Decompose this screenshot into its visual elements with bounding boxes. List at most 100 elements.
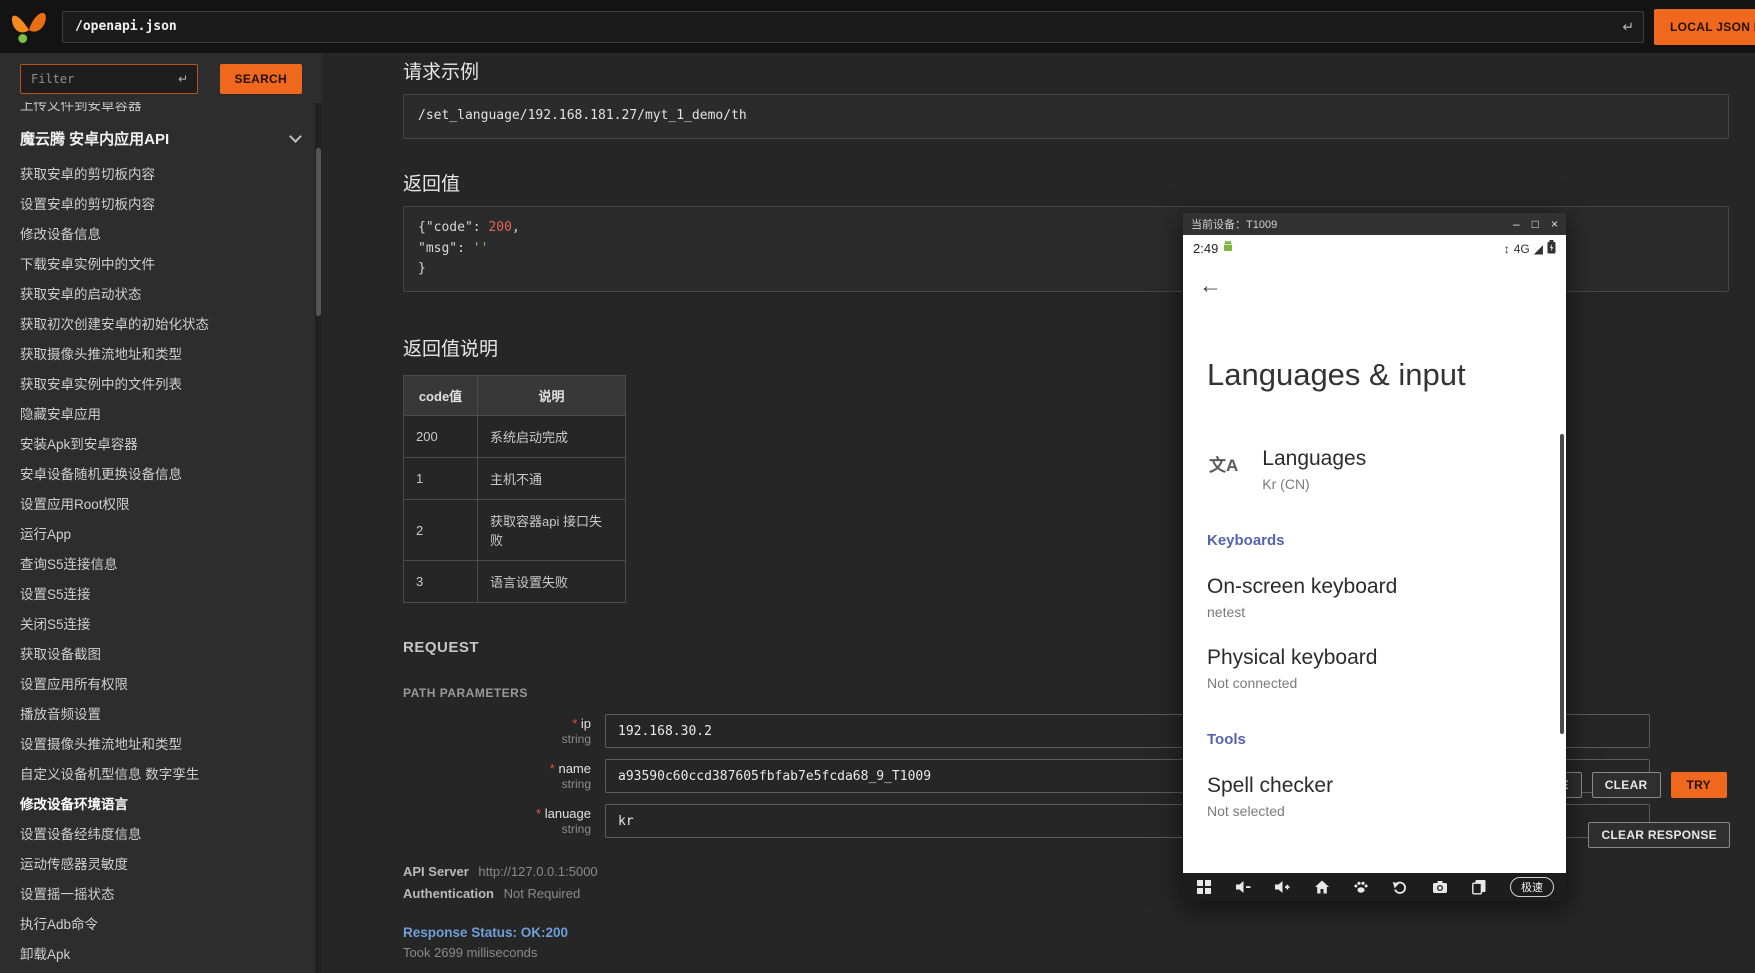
- back-arrow-icon[interactable]: ←: [1199, 272, 1225, 299]
- spec-url-input-wrap: ↵: [62, 11, 1644, 43]
- device-statusbar: 2:49 ↕ 4G ◢: [1183, 235, 1566, 262]
- return-table-head-row: code值说明: [404, 376, 626, 416]
- sidebar: ↵ SEARCH 上传文件到安卓容器 魔云腾 安卓内应用API 获取安卓的剪切板…: [0, 53, 322, 973]
- sidebar-item[interactable]: 设置设备经纬度信息: [0, 820, 322, 850]
- apps-grid-icon[interactable]: [1195, 879, 1212, 896]
- sidebar-item[interactable]: 播放音频设置: [0, 700, 322, 730]
- languages-item[interactable]: 文A Languages Kr (CN): [1209, 447, 1566, 492]
- sidebar-item[interactable]: 下载安卓实例中的文件: [0, 250, 322, 280]
- sidebar-item[interactable]: 获取安卓实例中的文件列表: [0, 370, 322, 400]
- minimize-button[interactable]: –: [1513, 218, 1520, 230]
- maximize-button[interactable]: □: [1532, 218, 1539, 230]
- table-header-cell: 说明: [478, 376, 626, 416]
- camera-icon[interactable]: [1431, 879, 1448, 896]
- sidebar-item[interactable]: 修改设备信息: [0, 220, 322, 250]
- spec-url-input[interactable]: [62, 11, 1644, 43]
- table-cell: 200: [404, 416, 478, 458]
- authentication-label: Authentication: [403, 886, 494, 901]
- sidebar-item[interactable]: 获取初次创建安卓的初始化状态: [0, 310, 322, 340]
- chevron-down-icon: [289, 130, 302, 143]
- section-header: Keyboards: [1207, 532, 1566, 549]
- table-cell: 主机不通: [478, 458, 626, 500]
- response-status: Response Status: OK:200: [403, 925, 1755, 940]
- sidebar-item[interactable]: 执行Adb命令: [0, 910, 322, 940]
- sidebar-item[interactable]: 设置安卓的剪切板内容: [0, 190, 322, 220]
- languages-title: Languages: [1262, 447, 1366, 471]
- table-cell: 3: [404, 561, 478, 603]
- param-name: * name: [403, 761, 591, 776]
- enter-icon: ↵: [1622, 18, 1634, 35]
- sidebar-item[interactable]: 设置摇一摇状态: [0, 880, 322, 910]
- filter-input[interactable]: [20, 64, 198, 94]
- volume-down-icon[interactable]: [1234, 879, 1251, 896]
- sidebar-item[interactable]: 安卓设备随机更换设备信息: [0, 460, 322, 490]
- sidebar-item[interactable]: 自定义设备机型信息 数字孪生: [0, 760, 322, 790]
- param-name: * lanuage: [403, 806, 591, 821]
- table-row: 2获取容器api 接口失败: [404, 500, 626, 561]
- status-time: 2:49: [1193, 241, 1218, 256]
- setting-item[interactable]: Spell checkerNot selected: [1207, 774, 1566, 819]
- setting-item[interactable]: Physical keyboardNot connected: [1207, 646, 1566, 691]
- authentication-value: Not Required: [504, 886, 581, 901]
- search-button[interactable]: SEARCH: [220, 64, 302, 94]
- sidebar-item[interactable]: 安装Apk到安卓容器: [0, 430, 322, 460]
- device-settings-sections: Keyboards On-screen keyboardnetest Physica…: [1183, 532, 1566, 819]
- scrollbar-thumb[interactable]: [316, 148, 321, 316]
- device-scrollbar[interactable]: [1560, 434, 1564, 734]
- sidebar-section-title: 魔云腾 安卓内应用API: [20, 128, 169, 149]
- table-cell: 语言设置失败: [478, 561, 626, 603]
- setting-subtitle: Not connected: [1207, 675, 1566, 691]
- signal-icon: ◢: [1534, 242, 1543, 256]
- sidebar-item[interactable]: 卸载Apk: [0, 940, 322, 970]
- setting-subtitle: Not selected: [1207, 803, 1566, 819]
- param-type: string: [403, 732, 591, 746]
- api-server-value: http://127.0.0.1:5000: [478, 864, 597, 879]
- clear-button[interactable]: CLEAR: [1592, 772, 1661, 798]
- try-button[interactable]: TRY: [1671, 772, 1727, 798]
- speed-mode-button[interactable]: 极速: [1510, 877, 1554, 897]
- app-logo-icon: [8, 6, 50, 48]
- device-window-title: 当前设备：T1009: [1191, 216, 1277, 232]
- sidebar-item[interactable]: 获取摄像头推流地址和类型: [0, 340, 322, 370]
- sidebar-item[interactable]: 设置应用Root权限: [0, 490, 322, 520]
- volume-up-icon[interactable]: [1274, 879, 1291, 896]
- sidebar-item[interactable]: 获取安卓的启动状态: [0, 280, 322, 310]
- sidebar-nav: 上传文件到安卓容器 魔云腾 安卓内应用API 获取安卓的剪切板内容设置安卓的剪切…: [0, 102, 322, 970]
- sidebar-item[interactable]: 设置应用所有权限: [0, 670, 322, 700]
- screenshot-clone-icon[interactable]: [1471, 879, 1488, 896]
- sidebar-section-header[interactable]: 魔云腾 安卓内应用API: [0, 115, 322, 160]
- window-controls: – □ ×: [1513, 218, 1558, 230]
- sidebar-item[interactable]: 关闭S5连接: [0, 610, 322, 640]
- sidebar-item[interactable]: 运行App: [0, 520, 322, 550]
- required-asterisk: *: [550, 761, 555, 776]
- sidebar-item[interactable]: 运动传感器灵敏度: [0, 850, 322, 880]
- sidebar-item[interactable]: 获取安卓的剪切板内容: [0, 160, 322, 190]
- sidebar-item[interactable]: 查询S5连接信息: [0, 550, 322, 580]
- device-window: 当前设备：T1009 – □ × 2:49 ↕ 4G ◢: [1183, 213, 1566, 901]
- sidebar-item[interactable]: 修改设备环境语言: [0, 790, 322, 820]
- return-table-body: 200系统启动完成1主机不通2获取容器api 接口失败3语言设置失败: [404, 416, 626, 603]
- table-row: 3语言设置失败: [404, 561, 626, 603]
- home-icon[interactable]: [1313, 879, 1330, 896]
- section-header: Tools: [1207, 731, 1566, 748]
- sidebar-filter-row: ↵ SEARCH: [0, 53, 322, 102]
- sidebar-item[interactable]: 设置S5连接: [0, 580, 322, 610]
- param-label: * ipstring: [403, 714, 605, 748]
- sidebar-scrollbar[interactable]: [315, 103, 322, 973]
- paw-icon[interactable]: [1353, 879, 1370, 896]
- undo-arrow-icon[interactable]: [1392, 879, 1409, 896]
- close-button[interactable]: ×: [1551, 218, 1558, 230]
- local-json-file-button[interactable]: LOCAL JSON FILE: [1654, 9, 1755, 45]
- sidebar-item[interactable]: 隐藏安卓应用: [0, 400, 322, 430]
- sidebar-item-partial[interactable]: 上传文件到安卓容器: [0, 102, 322, 115]
- device-window-titlebar[interactable]: 当前设备：T1009 – □ ×: [1183, 213, 1566, 235]
- device-screen: ← Languages & input 文A Languages Kr (CN)…: [1183, 262, 1566, 873]
- sidebar-item[interactable]: 获取设备截图: [0, 640, 322, 670]
- network-type-label: 4G: [1514, 242, 1530, 256]
- clear-response-button[interactable]: CLEAR RESPONSE: [1588, 822, 1730, 848]
- param-type: string: [403, 777, 591, 791]
- return-value-title: 返回值: [403, 169, 1755, 196]
- request-example-title: 请求示例: [403, 57, 1755, 84]
- setting-item[interactable]: On-screen keyboardnetest: [1207, 575, 1566, 620]
- sidebar-item[interactable]: 设置摄像头推流地址和类型: [0, 730, 322, 760]
